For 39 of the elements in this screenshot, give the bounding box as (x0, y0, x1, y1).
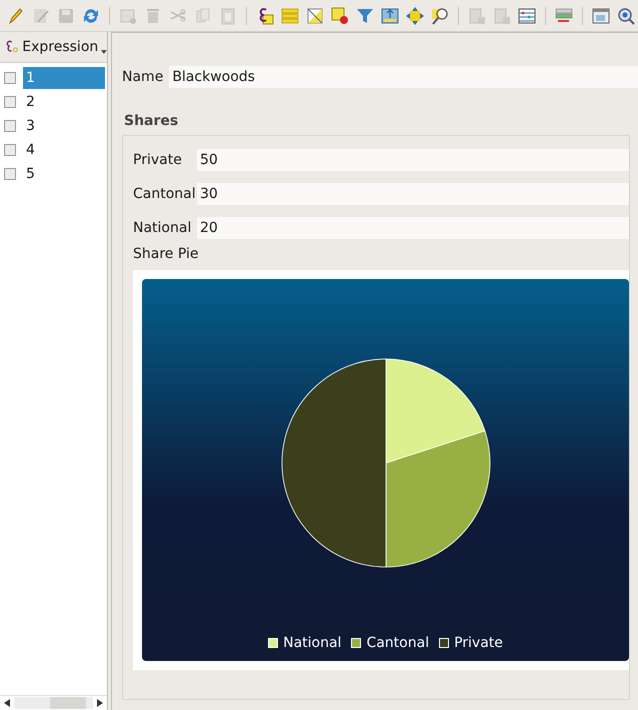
table-icon[interactable] (380, 6, 400, 26)
checkbox[interactable] (4, 96, 16, 108)
scrollbar[interactable] (0, 695, 107, 710)
field-label: Share Pie (133, 246, 200, 262)
name-field[interactable]: Blackwoods (169, 66, 638, 88)
legend-swatch (439, 638, 450, 648)
search-icon[interactable] (430, 6, 450, 26)
zoom-icon[interactable] (616, 6, 636, 26)
checkbox[interactable] (4, 72, 16, 84)
list-item[interactable]: 4 (23, 139, 105, 161)
form-icon[interactable] (591, 6, 611, 26)
pan-icon[interactable] (405, 6, 425, 26)
input-field[interactable]: 20 (197, 217, 629, 239)
checkbox[interactable] (4, 168, 16, 180)
triangle-icon[interactable] (305, 6, 325, 26)
expression-icon (4, 39, 20, 55)
legend-label: Cantonal (366, 635, 430, 651)
input-field[interactable]: 30 (197, 183, 629, 205)
list-item[interactable]: 2 (23, 91, 105, 113)
calculator-icon[interactable] (517, 6, 537, 26)
deselect-icon[interactable] (330, 6, 350, 26)
input-field[interactable]: 50 (197, 149, 629, 171)
field-label: Private (133, 152, 183, 168)
legend-label: National (283, 635, 342, 651)
checkbox[interactable] (4, 120, 16, 132)
right-arrow-icon[interactable] (97, 699, 103, 707)
checkbox[interactable] (4, 144, 16, 156)
list-item[interactable]: 3 (23, 115, 105, 137)
legend-swatch (351, 638, 362, 648)
left-arrow-icon[interactable] (4, 699, 10, 707)
legend-label: Private (454, 635, 503, 651)
field-label: Name (122, 69, 164, 85)
bars-icon[interactable] (280, 6, 300, 26)
legend-swatch (268, 638, 278, 648)
field-label: National (133, 220, 191, 236)
group-title: Shares (124, 113, 180, 129)
list-item[interactable]: 5 (23, 163, 105, 185)
caret-icon (101, 50, 107, 54)
list-item[interactable]: 1 (23, 67, 105, 89)
